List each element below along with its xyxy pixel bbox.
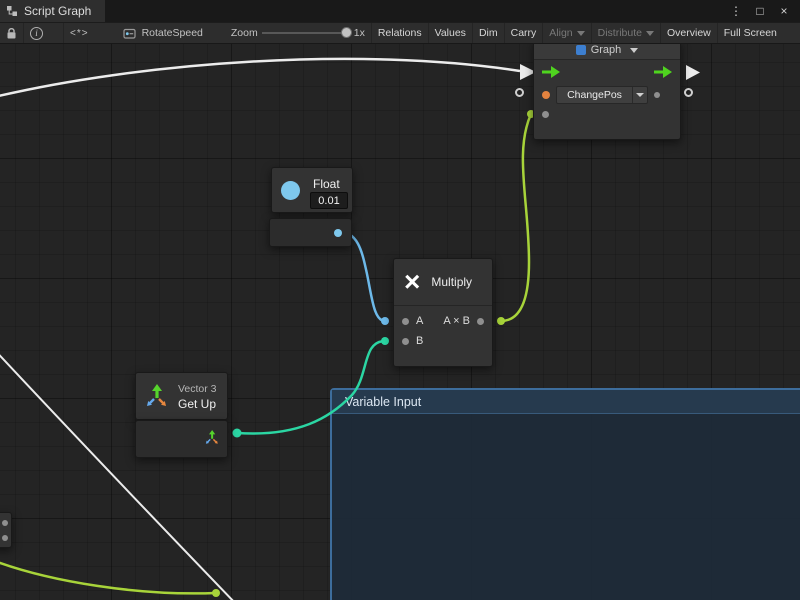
wire-flow-in[interactable] xyxy=(0,59,520,98)
float-node-title: Float xyxy=(313,177,340,191)
zoom-slider[interactable] xyxy=(262,32,350,34)
partial-edge-node[interactable] xyxy=(0,512,12,548)
lock-icon xyxy=(6,27,17,40)
relations-button[interactable]: Relations xyxy=(371,23,428,43)
port-row-b: B xyxy=(394,331,492,351)
align-button[interactable]: Align xyxy=(542,23,590,43)
stub-port[interactable] xyxy=(2,535,8,541)
zoom-value: 1x xyxy=(354,27,365,39)
float-node[interactable]: Float 0.01 xyxy=(271,167,353,213)
value-out-port[interactable] xyxy=(654,92,660,98)
title-bar: Script Graph ⋮ □ × xyxy=(0,0,800,22)
multiply-header: × Multiply xyxy=(394,259,492,306)
carry-button[interactable]: Carry xyxy=(504,23,543,43)
wire-endpoint[interactable] xyxy=(233,429,242,438)
getup-title: Get Up xyxy=(178,397,216,411)
menu-icon[interactable]: ⋮ xyxy=(726,2,746,20)
chevron-down-icon xyxy=(636,93,644,97)
wire-endpoint[interactable] xyxy=(381,337,389,345)
input-a-label: A xyxy=(416,315,423,327)
flow-in-port[interactable] xyxy=(542,66,560,78)
graph-name: RotateSpeed xyxy=(142,27,203,39)
float-value-input[interactable]: 0.01 xyxy=(310,192,348,209)
wire-lime-bottom[interactable] xyxy=(0,560,216,593)
inspect-button[interactable]: i xyxy=(23,23,49,43)
port-row-a: A A × B xyxy=(394,311,492,331)
value-in-port[interactable] xyxy=(542,91,550,99)
flow-out-port[interactable] xyxy=(654,66,672,78)
zoom-control: Zoom 1x xyxy=(225,23,371,43)
input-a-port[interactable] xyxy=(402,318,409,325)
wire-endpoint[interactable] xyxy=(381,317,389,325)
input-b-label: B xyxy=(416,335,423,347)
float-output-port[interactable] xyxy=(334,229,342,237)
overview-button[interactable]: Overview xyxy=(660,23,717,43)
input-b-port[interactable] xyxy=(402,338,409,345)
graph-canvas[interactable]: Variable Input xyxy=(0,44,800,600)
external-port-left[interactable] xyxy=(515,88,524,97)
external-port-right[interactable] xyxy=(684,88,693,97)
stub-port[interactable] xyxy=(2,520,8,526)
multiply-icon: × xyxy=(404,268,420,296)
input-port[interactable] xyxy=(542,111,549,118)
zoom-label: Zoom xyxy=(231,27,258,39)
output-port[interactable] xyxy=(477,318,484,325)
chevron-down-icon xyxy=(646,31,654,36)
multiply-title: Multiply xyxy=(431,275,472,289)
close-icon[interactable]: × xyxy=(774,2,794,20)
multiply-node[interactable]: × Multiply A A × B B xyxy=(393,258,493,367)
changepos-node[interactable]: Graph ChangePos xyxy=(533,44,681,140)
flow-arrowhead-out-icon xyxy=(686,65,700,80)
values-button[interactable]: Values xyxy=(428,23,472,43)
info-icon: i xyxy=(30,27,43,40)
graph-node-header[interactable]: Graph xyxy=(534,44,680,60)
chevron-down-icon xyxy=(577,31,585,36)
tab-title: Script Graph xyxy=(24,4,91,18)
chevron-down-icon xyxy=(630,48,638,53)
zoom-slider-handle[interactable] xyxy=(341,27,352,38)
vector3-type-label: Vector 3 xyxy=(178,383,217,395)
tab-script-graph[interactable]: Script Graph xyxy=(0,0,105,22)
dim-button[interactable]: Dim xyxy=(472,23,504,43)
float-type-icon xyxy=(281,181,300,200)
flow-port-row xyxy=(534,65,680,79)
vector3-getup-node[interactable]: Vector 3 Get Up xyxy=(135,372,228,420)
graph-node-title: Graph xyxy=(591,44,622,56)
graph-icon xyxy=(576,45,586,55)
window-controls: ⋮ □ × xyxy=(726,0,800,22)
graph-asset-icon xyxy=(123,27,136,40)
wire-getup-to-multiply[interactable] xyxy=(237,341,385,434)
fullscreen-button[interactable]: Full Screen xyxy=(717,23,783,43)
code-icon: <*> xyxy=(70,28,89,39)
edit-graph-button[interactable]: <*> xyxy=(63,23,95,43)
graph-tab-icon xyxy=(6,5,18,17)
lock-button[interactable] xyxy=(0,23,23,43)
changepos-dropdown[interactable]: ChangePos xyxy=(556,86,648,104)
input-port-row xyxy=(542,107,549,121)
output-label: A × B xyxy=(443,315,470,327)
wire-endpoint[interactable] xyxy=(497,317,505,325)
multiply-ports: A A × B B xyxy=(394,306,492,351)
vector3-output-icon[interactable] xyxy=(204,430,219,445)
wire-endpoint[interactable] xyxy=(212,589,220,597)
script-graph-window: Script Graph ⋮ □ × i <*> Rotate xyxy=(0,0,800,600)
distribute-button[interactable]: Distribute xyxy=(591,23,660,43)
graph-toolbar: i <*> RotateSpeed Zoom 1x Relations Valu… xyxy=(0,22,800,44)
vector3-node-ports[interactable] xyxy=(135,420,228,458)
vector3-icon xyxy=(144,384,168,408)
wire-multiply-to-changepos[interactable] xyxy=(501,114,531,321)
float-node-ports[interactable] xyxy=(269,218,352,247)
maximize-icon[interactable]: □ xyxy=(750,2,770,20)
graph-breadcrumb[interactable]: RotateSpeed xyxy=(117,23,209,43)
value-port-row: ChangePos xyxy=(534,86,680,104)
